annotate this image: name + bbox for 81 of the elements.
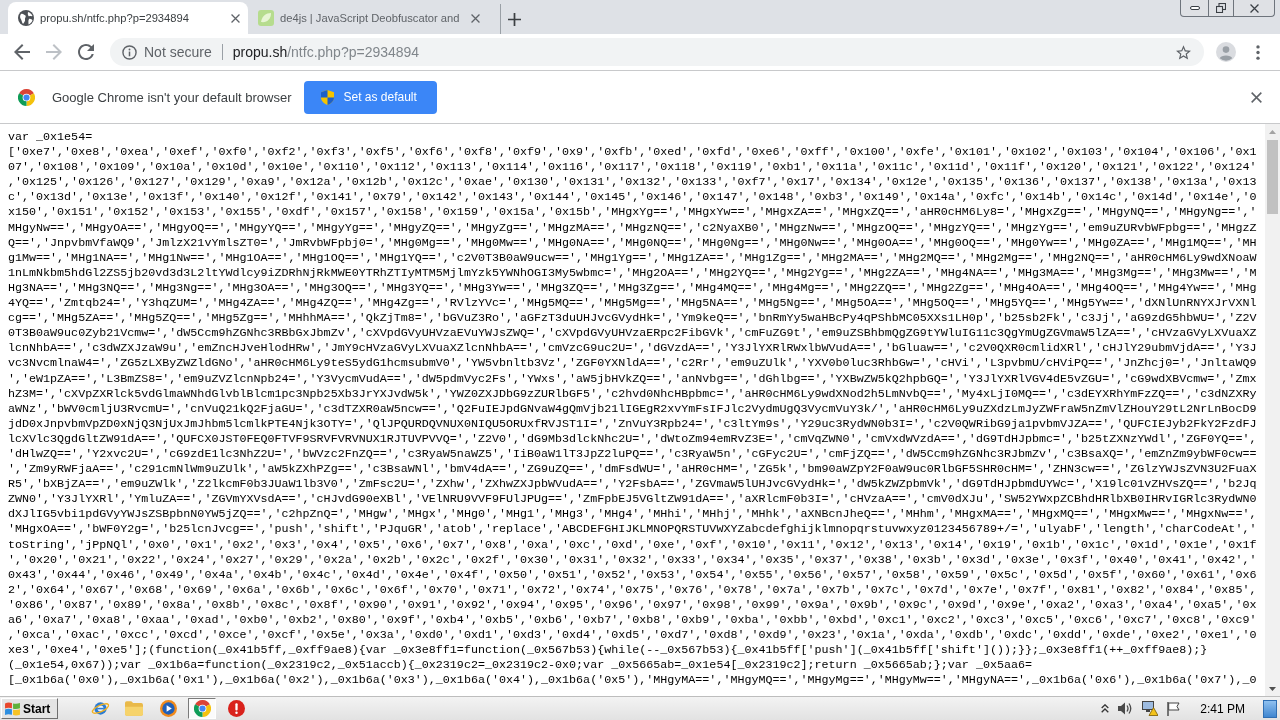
flag-icon[interactable]: [1167, 701, 1181, 716]
code-line: 0T3B0aW9uc0Zyb21Vcmw=','dW5Ccm9hZGNhc3RBbGxJbmZv','cXVpdGVyUHVzaEVuYWJsZWQ=','cXVpdGVyUHVzaERpc2FibGVk','cmFuZG9t','em9uZSBhbmQgZG9tYWluIG11c3QgYmUgZGVmaW5lZA==','cHVzaGVyLXVuaXZ: [8, 326, 1257, 342]
url-text: propu.sh/ntfc.php?p=2934894: [232, 44, 421, 60]
code-line: ','Zm9yRWFjaA==','c291cmNlWm9uZUlk','aW5kZXhPZg==','c3BsaWNl','bmV4dA==','ZG9uZQ==','dmFsdWU=','aHR0cHM=','ZG5k','bm90aWZpY2F0aW9uc0RlbGF5SHR0cHM=','ZHN3cw==','ZGlzYWJsZVN3U2FuaX: [8, 462, 1257, 478]
plus-icon[interactable]: [508, 12, 521, 26]
show-desktop-button[interactable]: [1263, 699, 1277, 718]
code-line: a6','0xa7','0xa8','0xaa','0xad','0xb0','0xb2','0x80','0x9f','0xb4','0xb5','0xb6','0xb7','0xb8','0xb9','0xba','0xbb','0xbd','0xc1','0xc2','0xc3','0xc5','0xc6','0xc7','0xc8','0xc9': [8, 613, 1257, 629]
folder-icon: [125, 701, 144, 716]
code-line: jdD0xJnpvbmVpZD0xNjQ3NjUxJmJhbm5lcmlkPTE4Njk3OTY=','QlJPQURDQVNUX0NIQU5ORUxfRVJST1I=','ZnVuY3Rpb24=','c3ltYm9s','Y29uc3RydWN0b3I=','c2V0QWRibG9ja1pvbmVJZA==','QUFCIEJyb2FkY2FzdFJ: [8, 416, 1257, 432]
orbit-icon: [90, 700, 110, 717]
code-line: toString','jPpNQl','0x0','0x1','0x2','0x3','0x4','0x5','0x6','0x7','0x8','0xa','0xc','0xd','0xe','0xf','0x10','0x11','0x12','0x13','0x14','0x19','0x1b','0x1c','0x1d','0x1e','0x1f: [8, 537, 1257, 553]
close-icon[interactable]: [231, 13, 240, 23]
chevron-up-icon[interactable]: [1101, 704, 1110, 713]
minimize-icon: [1189, 6, 1200, 10]
security-label[interactable]: Not secure: [144, 44, 212, 60]
code-line: 0x43','0x44','0x46','0x49','0x4a','0x4b','0x4c','0x4d','0x4e','0x4f','0x50','0x51','0x52','0x53','0x54','0x55','0x56','0x57','0x58','0x59','0x5c','0x5d','0x5f','0x60','0x61','0x6: [8, 567, 1257, 583]
window-flag-icon: [5, 701, 20, 716]
taskbar-button[interactable]: [188, 698, 217, 719]
code-line: aWNz','bWV0cmljU3RvcmU=','cnVuQ21kQ2FjaGU=','c3dTZXR0aW5ncw==','Q2FuIEJpdGNvaW4gQmVjb21lIGEgR2xvYmFsIFJlc2VydmUgQ3VycmVuY3k/','aHR0cHM6Ly9uZXdzLmJyZWFraW5nZmVlZHouY29tL2NrLnBocD9: [8, 401, 1257, 417]
reload-icon[interactable]: [78, 44, 94, 60]
code-line: (_0x1e54,0x67));var _0x1b6a=function(_0x2319c2,_0x51accb){_0x2319c2=_0x2319c2-0x0;var _0x5665ab=_0x1e54[_0x2319c2];return _0x5665ab;};var _0x5aa6=: [8, 658, 1033, 674]
shield-icon: [321, 89, 335, 105]
leaf-icon: [258, 10, 274, 26]
info-icon[interactable]: [122, 44, 137, 60]
code-line: cg==','MHg5ZA==','MHg5ZQ==','MHg5Zg==','MHhhMA==','QkZjTm8=','bGVuZ3Ro','aGFzT3duUHJvcGVydHk=','Ym9keQ==','bnRmYy5waHBcPy4qPShbMC05XXs1LH0p','b25sb2Fk','c3Jj','aG9zdG5hbWU=','Z2V: [8, 311, 1257, 327]
restore-icon: [1216, 3, 1226, 13]
code-line: Q==','JnpvbmVfaWQ9','JmlzX21vYmlsZT0=','JmRvbWFpbj0=','MHg0Mg==','MHg0Mw==','MHg0NA==','MHg0NQ==','MHg0Ng==','MHg0Nw==','MHg0OA==','MHg0OQ==','MHg0Yw==','MHg0ZA==','MHg1MQ==','MH: [8, 235, 1257, 251]
code-line: 4YQ==','Zmtqb24=','Y3hqZUM=','MHg4ZA==','MHg4ZQ==','MHg4Zg==','RVlzYVc=','MHg5MQ==','MHg5Mg==','MHg5NA==','MHg5Ng==','MHg5OA==','MHg5OQ==','MHg5YQ==','MHg5Yw==','dXNlUnRNYXJrVXNl: [8, 296, 1257, 312]
code-line: 1nLmNkbm5hdGl2ZS5jb20vd3d3L2ltYWdlcy9iZDRhNjRkMWE0YTRhZTIyMTM5MjlmYzk5YWNhOGI3My5wbmc=','MHg2OA==','MHg2YQ==','MHg2Yg==','MHg2ZA==','MHg4NA==','MHg3MA==','MHg3Mg==','MHg3Mw==','M: [8, 265, 1257, 281]
code-line: hZ3M=','cXVpZXRlck5vdGlmaWNhdGlvblBlcm1pc3Npb25Xb3JrYXJvdW5k','YWZ0ZXJDbG9zZURlbGF5','c2hvd0NhcHBpbmc=','aHR0cHM6Ly9wdXNod2h5LmNvbQ==','My4xLjI0MQ==','c3dEYXRhYmFzZQ==','c3dNZXRy: [8, 386, 1257, 402]
code-line: ['0xe7','0xe8','0xea','0xef','0xf0','0xf2','0xf3','0xf5','0xf6','0xf8','0xf9','0x9','0xfb','0xed','0xfd','0xe6','0xff','0x100','0xfe','0x101','0x102','0x103','0x104','0x106','0x1: [8, 145, 1257, 161]
code-line: var _0x1e54=: [8, 130, 94, 146]
start-button[interactable]: Start: [1, 698, 59, 719]
code-line: R5','bXBjZA==','em9uZWlk','Z2lkcmF0b3JUaW1lb3V0','ZmFsc2U=','ZXhw','ZXhwZXJpbWVudA==','Y2FsbA==','ZGVmaW5lUHJvcGVydHk=','dW5kZWZpbmVk','dG9TdHJpbmdUYWc=','X19lc01vZHVsZQ==','b2Jq: [8, 477, 1257, 493]
avatar-icon[interactable]: [1216, 42, 1236, 62]
browser-tab[interactable]: propu.sh/ntfc.php?p=2934894: [8, 2, 248, 34]
code-line: ','0x20','0x21','0x22','0x24','0x27','0x29','0x2a','0x2b','0x2c','0x2f','0x30','0x31','0x32','0x33','0x34','0x35','0x37','0x38','0x3b','0x3d','0x3e','0x3f','0x40','0x41','0x42',': [8, 552, 1257, 568]
close-icon[interactable]: [1251, 91, 1262, 103]
close-icon[interactable]: [1249, 3, 1259, 13]
code-line: 2','0x64','0x67','0x68','0x69','0x6a','0x6b','0x6c','0x6f','0x70','0x71','0x72','0x74','0x75','0x76','0x78','0x7a','0x7b','0x7c','0x7d','0x7e','0x7f','0x81','0x82','0x84','0x85',: [8, 582, 1257, 598]
code-line: ','eW1pZA==','L3BmZS8=','em9uZVZlcnNpb24=','Y3VycmVudA==','dW5pdmVyc2Fs','YWxs','aW5jbHVkZQ==','anNvbg==','dGhlbg==','YXBwZW5kQ2hpbGQ=','Y3JlYXRlVGV4dE5vZGU=','cG9wdXBVcmw=','Zmx: [8, 371, 1257, 387]
set-default-button[interactable]: Set as default: [304, 80, 437, 114]
more-menu-icon[interactable]: [1256, 44, 1260, 60]
back-arrow-icon[interactable]: [14, 44, 30, 60]
code-line: g1Mw==','MHg1NA==','MHg1Nw==','MHg1OA==','MHg1OQ==','MHg1YQ==','c2V0T3B0aW9ucw==','MHg1Yg==','MHg1ZA==','MHg1Zg==','MHg2MA==','MHg2MQ==','MHg2Mg==','MHg2NQ==','aHR0cHM6Ly9wdXNoaW: [8, 250, 1257, 266]
code-line: ,'0x125','0x126','0x127','0x129','0xa9','0x12a','0x12b','0x12c','0xae','0x130','0x131','0x132','0x133','0xf7','0x17','0x134','0x12e','0x135','0x136','0x137','0x138','0x13a','0x13: [8, 175, 1257, 191]
code-line: c','0x13d','0x13e','0x13f','0x140','0x12f','0x141','0x79','0x142','0x143','0x144','0x145','0x146','0x147','0x148','0xb3','0x149','0x14a','0xfc','0x14b','0x14c','0x14d','0x14e','0: [8, 190, 1257, 206]
code-line: '0x86','0x87','0x89','0x8a','0x8b','0x8c','0x8f','0x90','0x91','0x92','0x94','0x95','0x96','0x97','0x98','0x99','0x9a','0x9b','0x9c','0x9d','0x9e','0xa2','0xa3','0xa4','0xa5','0x: [8, 597, 1257, 613]
code-line: dXJlIG5vbi1pdGVyYWJsZSBpbnN0YW5jZQ==','c2hpZnQ=','MHgw','MHgx','MHg0','MHg1','MHg3','MHg4','MHhi','MHhj','MHhk','aXNBcnJheQ==','MHhm','MHgxMA==','MHgxMQ==','MHgxMw==','MHgxNw==',: [8, 507, 1257, 523]
globe-icon: [18, 10, 34, 26]
code-line: ,'0xca','0xac','0xcc','0xcd','0xce','0xcf','0x5e','0x3a','0xd0','0xd1','0xd3','0xd4','0xd5','0xd7','0xd8','0xd9','0x23','0x1a','0xda','0xdb','0xdc','0xdd','0xde','0xe2','0xe1','0: [8, 628, 1257, 644]
close-icon[interactable]: [471, 13, 480, 23]
minimize-button[interactable]: [1180, 0, 1209, 17]
monitor-warning-icon[interactable]: [1142, 701, 1159, 716]
code-line: 'dHlwZQ==','Y2xvc2U=','cG9zdE1lc3NhZ2U=','bWVzc2FnZQ==','c3RyaW5naWZ5','IiB0aW1lT3JpZ2luPQ==','c3RyaW5n','cGFyc2U=','cmFjZQ==','dW5Ccm9hZGNhc3RJbmZv','c3BsaXQ=','emZnZm9ybWF0cw==: [8, 446, 1257, 463]
code-line: 07','0x108','0x109','0x10a','0x10d','0x10e','0x110','0x112','0x113','0x114','0x116','0x117','0x118','0x119','0xb1','0x11a','0x11c','0x11d','0x11f','0x120','0x121','0x122','0x124': [8, 160, 1257, 176]
code-line: lcnNhbA==','c3dWZXJzaW9u','emZncHJveHlodHRw','JmY9cHVzaGVyLXVuaXZlcnNhbA==','cmVzcG9uc2U=','dGVzdA==','Y3JlYXRlRWxlbWVudA==','bGluaw==','c2V0QXR0cmlidXRl','cHJlY29ubmVjdA==','Y3J: [8, 341, 1257, 357]
infobar-message: Google Chrome isn't your default browser: [52, 89, 292, 105]
code-line: xe3','0xe4','0xe5'];(function(_0x41b5ff,_0xff9ae8){var _0x3e8ff1=function(_0x567b53){while(--_0x567b53){_0x41b5ff['push'](_0x41b5ff['shift']());}};_0x3e8ff1(++_0xff9ae8);}: [8, 643, 1209, 659]
alert-circle-icon: [227, 700, 245, 717]
tricolor-wheel-icon: [193, 700, 211, 717]
caret-up-icon: [1269, 129, 1276, 134]
browser-tab[interactable]: de4js | JavaScript Deobfuscator and: [248, 2, 488, 34]
code-line: ZWN0','Y3JlYXRl','YmluZA==','ZGVmYXVsdA==','cHJvdG90eXBl','VElNRU9VVF9FUlJPUg==','ZmFpbEJ5VGltZW91dA==','aXRlcmF0b3I=','cHVzaA==','cmV0dXJu','SW52YWxpZCBhdHRlbXB0IHRvIGRlc3RydWN0: [8, 492, 1257, 508]
code-line: lcXVlc3QgdGltZW91dA==','QUFCX0JST0FEQ0FTVF9SRVFVRVNUX1RJTUVPVVQ=','Z2V0','dG9Mb3dlckNhc2U=','dWtoZm94emRvZ3E=','cmVqZWN0','cmVxdWVzdA==','dG9TdHJpbmc=','b25tZXNzYWdl','ZGF0YQ==',: [8, 431, 1257, 447]
window-close-button[interactable]: [1233, 0, 1275, 17]
restore-button[interactable]: [1208, 0, 1234, 17]
code-line: [_0x1b6a('0x0'),_0x1b6a('0x1'),_0x1b6a('0x2'),_0x1b6a('0x3'),_0x1b6a('0x4'),_0x1b6a('0x5'),'MHgyMA==','MHgyMQ==','MHgyMg==','MHgyMw==','MHgyNA==',_0x1b6a('0x6'),_0x1b6a('0x7'),_0: [8, 673, 1257, 689]
clock-text: 2:41 PM: [1199, 701, 1246, 716]
tricolor-wheel-icon: [18, 88, 35, 106]
play-icon: [159, 700, 177, 717]
caret-down-icon: [1269, 686, 1276, 691]
code-line: 'MHgxOA==','bWF0Y2g=','b25lcnJvcg==','push','shift','PJquGR','atob','replace','ABCDEFGHIJKLMNOPQRSTUVWXYZabcdefghijklmnopqrstuvwxyz0123456789+/=','ulyabF','length','charCodeAt',': [8, 522, 1257, 538]
speaker-icon[interactable]: [1118, 702, 1134, 715]
code-line: vc3NvcmlnaW4=','ZG5zLXByZWZldGNo','aHR0cHM6Ly9teS5ydG1hcmsubmV0','YW5vbnltb3Vz','ZGF0YXNldA==','c2Rr','em9uZUlk','YXV0b0luc3RhbGw=','cHVi','L3pvbmU/cHViPQ==','JnZhcj0=','JnltaWQ9: [8, 356, 1257, 372]
code-line: Hg3NA==','MHg3NQ==','MHg3Ng==','MHg3OA==','MHg3OQ==','MHg3YQ==','MHg3Yw==','MHg3ZQ==','MHg3Zg==','MHg4MQ==','MHg4Mg==','MHg2ZQ==','MHg2Zg==','MHg4OA==','MHg4OQ==','MHg4Yw==','MHg: [8, 280, 1257, 297]
address-bar[interactable]: Not secure propu.sh/ntfc.php?p=2934894: [110, 38, 1204, 66]
code-line: x150','0x151','0x152','0x153','0x155','0xdf','0x157','0x158','0x159','0x15a','0x15b','MHgxYg==','MHgxYw==','MHgxZA==','MHgxZQ==','aHR0cHM6Ly8=','MHgxZg==','MHgyNQ==','MHgyNg==',': [8, 205, 1257, 221]
scrollbar-thumb[interactable]: [1267, 140, 1278, 214]
star-icon[interactable]: [1176, 44, 1191, 60]
code-line: MHgyNw==','MHgyOA==','MHgyOQ==','MHgyYQ==','MHgyYg==','MHgyZQ==','MHgyZg==','MHgzMA==','MHgzNQ==','c2NyaXB0','MHgzNw==','MHgzOQ==','MHgzYQ==','MHgzYg==','em9uZURvbWFpbg==','MHgzZ: [8, 220, 1257, 236]
